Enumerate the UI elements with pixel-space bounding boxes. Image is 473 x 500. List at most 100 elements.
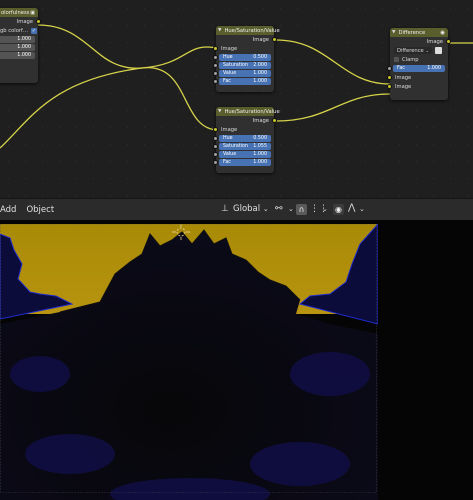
hsv2-saturation-field[interactable]: Saturation 1.055: [213, 143, 271, 150]
field-value: 1.000: [427, 66, 441, 71]
colorfulness-field-1[interactable]: 1.000: [0, 36, 35, 43]
colorfulness-dropdown[interactable]: gb colorf…: [0, 28, 28, 34]
hsv2-fac-field[interactable]: Fac 1.000: [213, 159, 271, 166]
menu-add[interactable]: Add: [0, 205, 16, 215]
node-colorfulness-dropdown-row[interactable]: gb colorf… ✓: [0, 26, 38, 35]
field-socket[interactable]: [213, 71, 218, 76]
node-colorfulness-output-row: Image: [0, 17, 41, 26]
colorfulness-field-2[interactable]: 1.000: [0, 44, 35, 51]
node-colorfulness[interactable]: olorfulness ▣ Image gb colorf… ✓ 1.000 1…: [0, 8, 41, 83]
field-label: Fac: [223, 79, 231, 84]
input-socket[interactable]: [213, 46, 218, 51]
collapse-chevron-icon[interactable]: ▼: [218, 28, 221, 33]
field-socket[interactable]: [213, 160, 218, 165]
blend-mode-dropdown[interactable]: Difference ⌄: [394, 47, 432, 54]
link-icon[interactable]: ⚯: [275, 204, 283, 214]
node-hsv-1-header[interactable]: ▼ Hue/Saturation/Value: [216, 26, 280, 35]
hsv2-value-field[interactable]: Value 1.000: [213, 151, 271, 158]
node-icon: ▣: [30, 9, 35, 16]
field-value: 1.000: [17, 53, 31, 58]
link-colorfulness-to-hsv1: [37, 24, 218, 69]
field-socket[interactable]: [387, 66, 392, 71]
hsv1-output-row: Image: [216, 35, 277, 44]
field-value: 2.000: [253, 63, 267, 68]
output-label: Image: [426, 38, 443, 45]
link-hsv2-to-difference: [275, 93, 391, 122]
hsv1-saturation-field[interactable]: Saturation 2.000: [213, 62, 271, 69]
collapse-chevron-icon[interactable]: ▼: [218, 109, 221, 114]
field-label: Saturation: [223, 144, 249, 149]
menu-object[interactable]: Object: [26, 205, 54, 215]
node-editor[interactable]: olorfulness ▣ Image gb colorf… ✓ 1.000 1…: [0, 0, 473, 198]
field-socket[interactable]: [213, 136, 218, 141]
input-socket[interactable]: [387, 75, 392, 80]
field-value: 1.000: [17, 37, 31, 42]
output-socket[interactable]: [446, 39, 451, 44]
node-hsv-1[interactable]: ▼ Hue/Saturation/Value Image Image Hue 0.…: [213, 26, 280, 92]
input-socket[interactable]: [387, 84, 392, 89]
output-socket[interactable]: [36, 19, 41, 24]
difference-clamp-row[interactable]: Clamp: [390, 55, 448, 64]
orientation-dropdown[interactable]: Global ⌄: [233, 204, 269, 214]
field-socket[interactable]: [213, 63, 218, 68]
field-label: Value: [223, 71, 237, 76]
collapse-chevron-icon[interactable]: ▼: [392, 30, 395, 35]
3d-viewport[interactable]: [0, 220, 473, 500]
input-label: Image: [221, 126, 238, 133]
input-label: Image: [221, 45, 238, 52]
hsv1-input-row: Image: [213, 44, 274, 53]
clamp-label: Clamp: [402, 56, 419, 63]
field-socket[interactable]: [213, 79, 218, 84]
node-globe-icon: ◉: [440, 29, 445, 36]
input-label: Image: [395, 74, 412, 81]
field-socket[interactable]: [213, 152, 218, 157]
output-socket[interactable]: [272, 118, 277, 123]
use-alpha-icon[interactable]: [435, 47, 442, 54]
field-label: Fac: [223, 160, 231, 165]
field-label: Saturation: [223, 63, 249, 68]
field-value: 1.000: [253, 152, 267, 157]
node-colorfulness-header[interactable]: olorfulness ▣: [0, 8, 38, 17]
node-hsv-2[interactable]: ▼ Hue/Saturation/Value Image Image Hue 0.…: [213, 107, 280, 173]
output-label: Image: [252, 36, 269, 43]
node-difference[interactable]: ▼ Difference ◉ Image Difference ⌄ Clamp …: [387, 28, 451, 100]
checkbox-icon[interactable]: ✓: [31, 27, 38, 34]
hsv1-hue-field[interactable]: Hue 0.500: [213, 54, 271, 61]
difference-fac-field[interactable]: Fac 1.000: [387, 65, 445, 72]
node-hsv-2-title: Hue/Saturation/Value: [224, 108, 280, 115]
field-value: 0.500: [253, 136, 267, 141]
difference-input1-row: Image: [387, 73, 448, 82]
field-value: 1.000: [253, 79, 267, 84]
output-socket[interactable]: [272, 37, 277, 42]
difference-input2-row: Image: [387, 82, 448, 91]
proportional-icon[interactable]: ◉: [333, 204, 344, 215]
hsv1-fac-field[interactable]: Fac 1.000: [213, 78, 271, 85]
clamp-checkbox[interactable]: [394, 57, 399, 62]
field-value: 1.055: [253, 144, 267, 149]
input-label: Image: [395, 83, 412, 90]
field-socket[interactable]: [213, 55, 218, 60]
blend-mode-value: Difference: [397, 47, 424, 54]
node-difference-header[interactable]: ▼ Difference ◉: [390, 28, 448, 37]
field-socket[interactable]: [213, 144, 218, 149]
field-label: Hue: [223, 136, 233, 141]
difference-blend-row: Difference ⌄: [390, 46, 448, 55]
orientation-icon[interactable]: ⊥: [221, 204, 229, 214]
colorfulness-field-3[interactable]: 1.000: [0, 52, 35, 59]
output-label: Image: [16, 18, 33, 25]
field-label: Fac: [397, 66, 405, 71]
hsv2-input-row: Image: [213, 125, 274, 134]
chevron-down-icon: ⌄: [359, 205, 365, 213]
field-value: 1.000: [253, 71, 267, 76]
hsv2-hue-field[interactable]: Hue 0.500: [213, 135, 271, 142]
field-value: 1.000: [17, 45, 31, 50]
hsv1-value-field[interactable]: Value 1.000: [213, 70, 271, 77]
snap-icon[interactable]: ∩: [296, 204, 307, 215]
falloff-icon[interactable]: ⋀: [348, 203, 355, 213]
input-socket[interactable]: [213, 127, 218, 132]
output-label: Image: [252, 117, 269, 124]
hsv2-output-row: Image: [216, 116, 277, 125]
field-label: Value: [223, 152, 237, 157]
node-hsv-2-header[interactable]: ▼ Hue/Saturation/Value: [216, 107, 280, 116]
chevron-down-icon: ⌄: [425, 48, 429, 53]
